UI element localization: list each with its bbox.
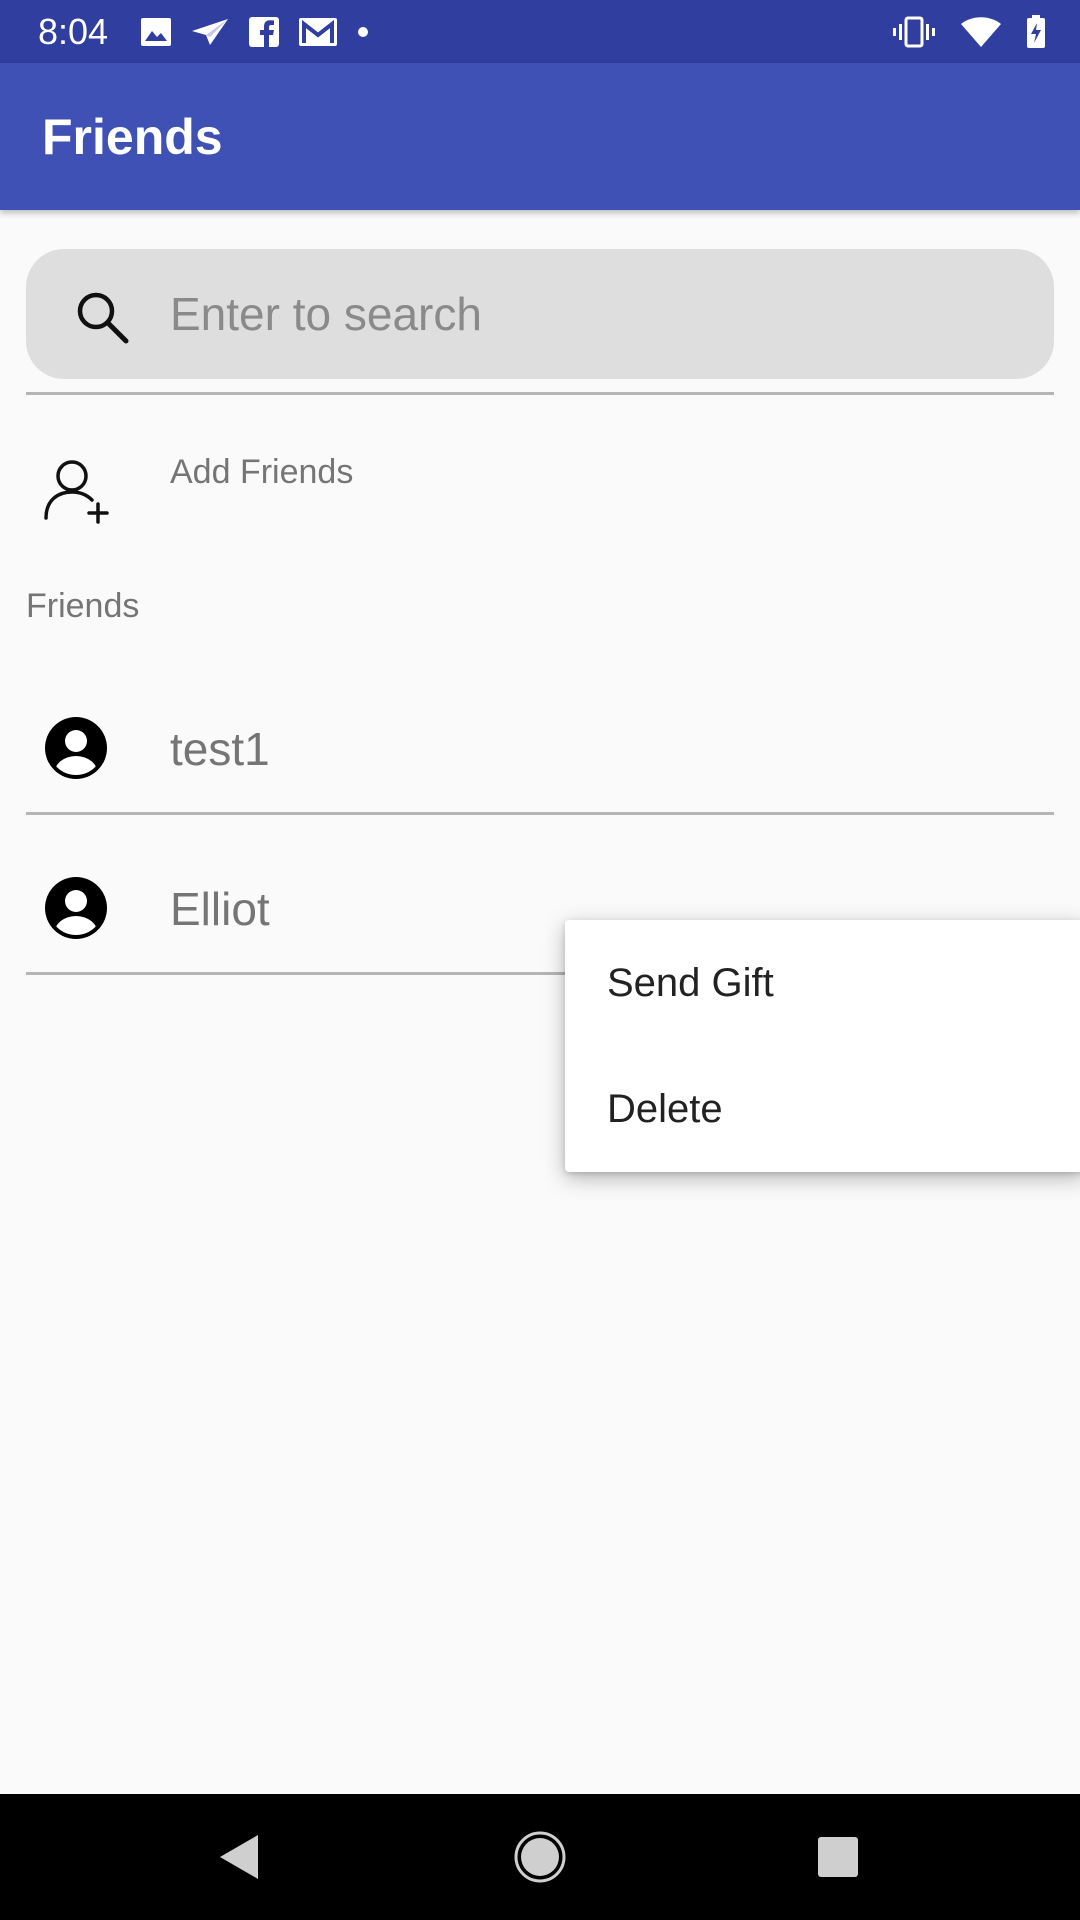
gmail-icon: [299, 18, 337, 46]
home-icon[interactable]: [510, 1827, 570, 1887]
delete-menu-item[interactable]: Delete: [565, 1046, 1080, 1172]
friend-name: test1: [170, 723, 270, 775]
back-icon[interactable]: [210, 1827, 270, 1887]
page-title: Friends: [42, 109, 223, 165]
app-bar: Friends: [0, 63, 1080, 210]
add-friends-item[interactable]: Add Friends: [0, 420, 1080, 540]
dot-icon: [358, 27, 368, 37]
friends-section-label: Friends: [26, 587, 140, 625]
send-gift-menu-item[interactable]: Send Gift: [565, 920, 1080, 1046]
menu-item-label: Delete: [607, 1087, 723, 1131]
navigation-bar: [0, 1794, 1080, 1920]
battery-icon: [1027, 15, 1045, 48]
search-box[interactable]: [26, 249, 1054, 379]
avatar-icon: [45, 717, 107, 779]
image-icon: [141, 18, 171, 46]
friend-name: Elliot: [170, 883, 270, 935]
vibrate-icon: [893, 16, 935, 48]
status-bar: 8:04: [0, 0, 1080, 63]
facebook-icon: [249, 17, 279, 47]
search-divider: [26, 392, 1054, 395]
system-icons: [892, 13, 1046, 51]
send-icon: [192, 19, 228, 45]
context-menu: Send Gift Delete: [565, 920, 1080, 1172]
search-input[interactable]: [170, 279, 1020, 349]
wifi-icon: [961, 17, 1001, 47]
avatar-icon: [45, 877, 107, 939]
add-friends-label: Add Friends: [170, 453, 354, 491]
recents-icon[interactable]: [808, 1827, 868, 1887]
friend-divider: [26, 812, 1054, 815]
friend-row-test1[interactable]: test1: [0, 683, 1080, 813]
search-icon: [77, 292, 129, 344]
add-person-icon: [44, 460, 109, 524]
status-time: 8:04: [38, 11, 109, 52]
notification-icons: [140, 13, 370, 51]
menu-item-label: Send Gift: [607, 961, 774, 1005]
